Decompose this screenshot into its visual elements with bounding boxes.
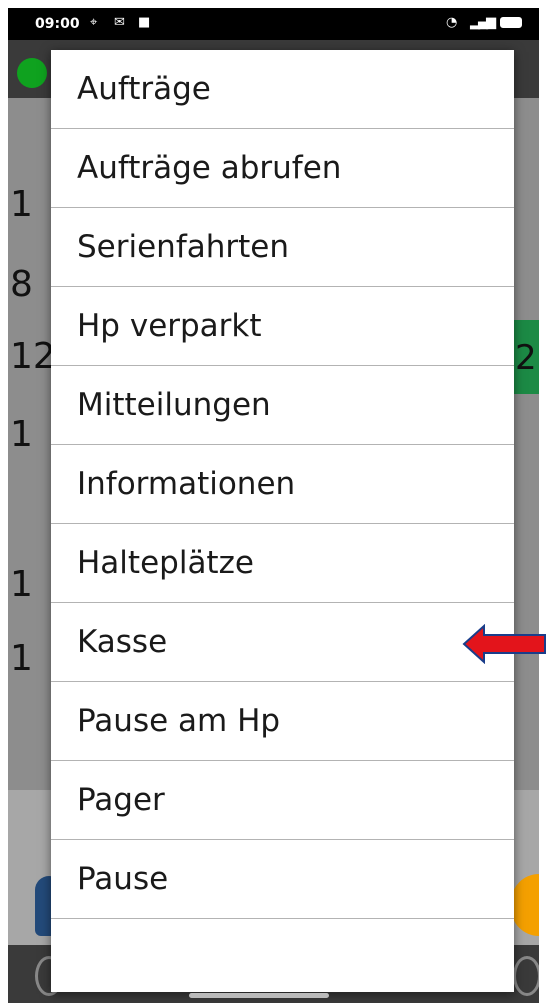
battery-icon [500, 17, 522, 28]
menu-item-pager[interactable]: Pager [51, 761, 514, 840]
overflow-menu: Aufträge Aufträge abrufen Serienfahrten … [51, 50, 514, 992]
wifi-icon: ◔ [446, 15, 458, 30]
list-item-number: 1 [10, 414, 33, 455]
menu-item-kasse[interactable]: Kasse [51, 603, 514, 682]
menu-item-label: Hp verparkt [77, 308, 262, 344]
menu-item-label: Aufträge [77, 71, 211, 107]
mail-icon: ✉ [114, 15, 125, 30]
circle-icon [513, 956, 539, 996]
menu-item-halteplaetze[interactable]: Halteplätze [51, 524, 514, 603]
lock-icon: ■ [138, 15, 151, 30]
list-item-number: 1 [10, 638, 33, 679]
signal-icon: ▂▄▆ [470, 15, 496, 30]
menu-item-auftraege[interactable]: Aufträge [51, 50, 514, 129]
menu-item-pause-am-hp[interactable]: Pause am Hp [51, 682, 514, 761]
list-item-number: 1 [10, 184, 33, 225]
menu-item-hp-verparkt[interactable]: Hp verparkt [51, 287, 514, 366]
menu-item-label: Halteplätze [77, 545, 254, 581]
menu-item-serienfahrten[interactable]: Serienfahrten [51, 208, 514, 287]
list-item-number: 12 [10, 336, 56, 377]
menu-item-label: Serienfahrten [77, 229, 290, 265]
menu-item-label: Mitteilungen [77, 387, 271, 423]
menu-item-informationen[interactable]: Informationen [51, 445, 514, 524]
list-item-number: 8 [10, 264, 33, 305]
menu-item-pause[interactable]: Pause [51, 840, 514, 919]
list-item-number: 1 [10, 564, 33, 605]
location-icon: ⌖ [90, 15, 98, 30]
menu-item-label: Kasse [77, 624, 168, 660]
menu-item-auftraege-abrufen[interactable]: Aufträge abrufen [51, 129, 514, 208]
menu-item-label: Pager [77, 782, 165, 818]
annotation-arrow-icon [462, 624, 546, 664]
status-bar: 09:00 ⌖ ✉ ■ ◔ ▂▄▆ [8, 8, 539, 40]
list-item-number: 2 [515, 338, 537, 378]
menu-item-label: Pause am Hp [77, 703, 281, 739]
list-item-highlight: 2 [513, 320, 539, 394]
status-time: 09:00 [35, 16, 80, 32]
status-indicator [17, 58, 47, 88]
menu-item-label: Aufträge abrufen [77, 150, 342, 186]
menu-item-mitteilungen[interactable]: Mitteilungen [51, 366, 514, 445]
home-indicator[interactable] [189, 993, 329, 998]
menu-item-label: Pause [77, 861, 169, 897]
menu-item-label: Informationen [77, 466, 296, 502]
menu-item-more[interactable] [51, 919, 514, 998]
